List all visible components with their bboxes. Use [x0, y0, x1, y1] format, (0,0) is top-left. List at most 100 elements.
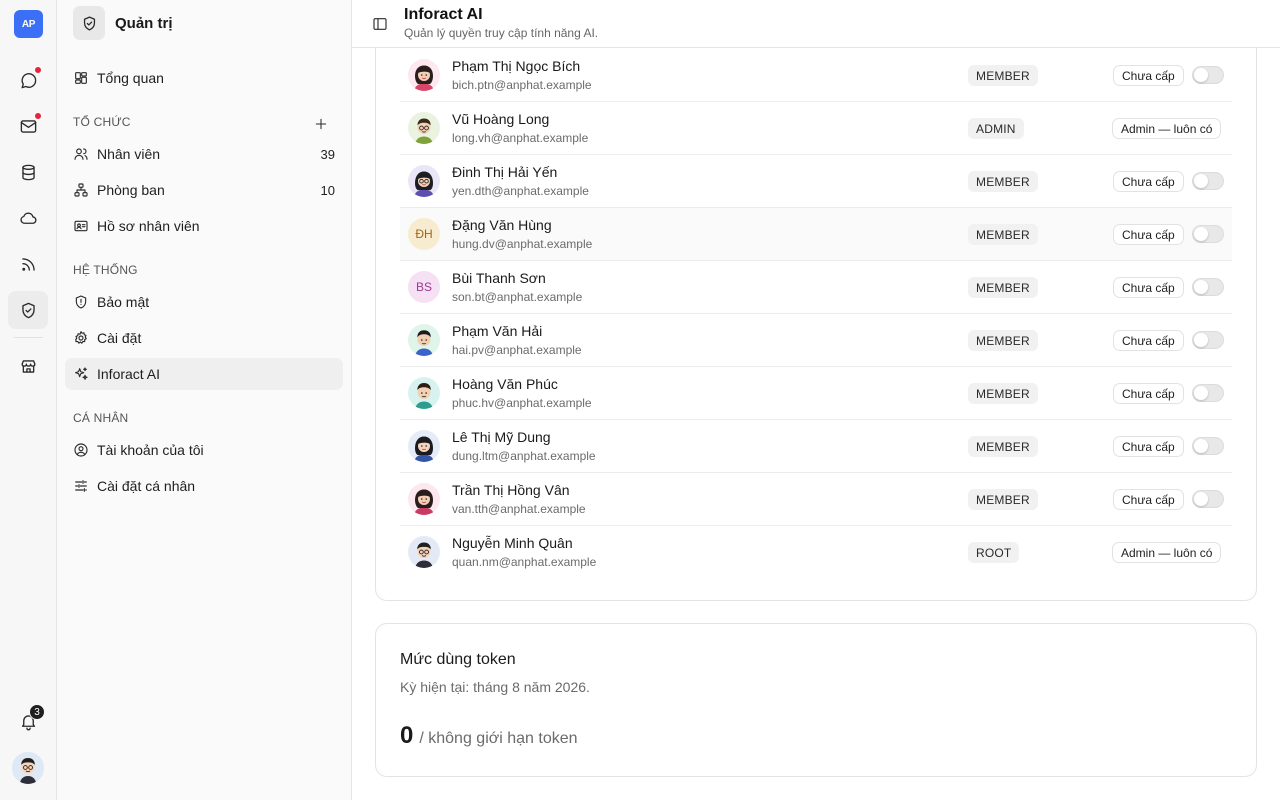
user-row: Lê Thị Mỹ Dung dung.ltm@anphat.example MEM…: [400, 420, 1232, 473]
sidebar-item-label: Hồ sơ nhân viên: [97, 218, 200, 234]
sidebar-item-label: Phòng ban: [97, 182, 165, 198]
user-avatar: [408, 59, 440, 91]
page-header: Inforact AI Quản lý quyền truy cập tính …: [352, 0, 1280, 48]
user-email: van.tth@anphat.example: [452, 502, 586, 516]
mail-rail-button[interactable]: [8, 107, 48, 145]
user-avatar: BS: [408, 271, 440, 303]
role-badge: MEMBER: [968, 171, 1038, 192]
admin-rail-button[interactable]: [8, 291, 48, 329]
chat-icon: [20, 72, 36, 88]
role-badge: MEMBER: [968, 436, 1038, 457]
admin-sidebar-header: Quản trị: [73, 6, 173, 40]
users-icon: [74, 148, 88, 160]
user-name: Phạm Thị Ngọc Bích: [452, 58, 581, 74]
user-row: Hoàng Văn Phúc phuc.hv@anphat.example MEMB…: [400, 367, 1232, 420]
role-badge: MEMBER: [968, 383, 1038, 404]
token-usage-period: Kỳ hiện tại: tháng 8 năm 2026.: [400, 679, 590, 695]
shield-check-icon: [21, 302, 35, 318]
user-email: hai.pv@anphat.example: [452, 343, 582, 357]
access-status-badge: Chưa cấp: [1113, 383, 1184, 404]
ai-access-toggle[interactable]: [1192, 278, 1224, 296]
user-email: bich.ptn@anphat.example: [452, 78, 592, 92]
sidebar-item-security[interactable]: Bảo mật: [65, 286, 343, 318]
user-avatar: [408, 536, 440, 568]
user-name: Lê Thị Mỹ Dung: [452, 429, 551, 445]
sparkles-icon: [75, 367, 88, 380]
user-avatar: [408, 324, 440, 356]
ai-access-toggle[interactable]: [1192, 225, 1224, 243]
department-count: 10: [320, 182, 335, 198]
user-row: Nguyễn Minh Quân quan.nm@anphat.example RO…: [400, 526, 1232, 579]
ai-access-toggle[interactable]: [1192, 172, 1224, 190]
page-title: Inforact AI: [404, 6, 483, 23]
database-rail-button[interactable]: [8, 153, 48, 191]
access-status-badge: Admin — luôn có: [1112, 118, 1222, 139]
add-org-item-button[interactable]: [311, 114, 331, 134]
dashboard-icon: [75, 72, 87, 84]
section-heading-system: HỆ THỐNG: [73, 263, 138, 277]
role-badge: MEMBER: [968, 65, 1038, 86]
ai-access-card: Phạm Thị Ngọc Bích bich.ptn@anphat.exampl…: [375, 48, 1257, 601]
sidebar-item-personal-settings[interactable]: Cài đặt cá nhân: [65, 470, 343, 502]
panel-left-icon: [373, 18, 387, 30]
database-icon: [21, 164, 35, 180]
sidebar-item-label: Bảo mật: [97, 294, 150, 310]
feed-rail-button[interactable]: [8, 245, 48, 283]
sidebar-item-label: Nhân viên: [97, 146, 161, 162]
ai-access-toggle[interactable]: [1192, 490, 1224, 508]
admin-sidebar: Quản trị Tổng quan TỔ CHỨC Nhân viên 39 …: [57, 0, 352, 800]
user-name: Phạm Văn Hải: [452, 323, 543, 339]
sidebar-item-employees[interactable]: Nhân viên 39: [65, 138, 343, 170]
user-avatar[interactable]: [12, 752, 44, 784]
sidebar-item-inforact-ai[interactable]: Inforact AI: [65, 358, 343, 390]
ai-access-toggle[interactable]: [1192, 384, 1224, 402]
sidebar-item-label: Tài khoản của tôi: [97, 442, 204, 458]
user-email: son.bt@anphat.example: [452, 290, 583, 304]
main-content: Phạm Thị Ngọc Bích bich.ptn@anphat.exampl…: [352, 48, 1280, 800]
user-access-list: Phạm Thị Ngọc Bích bich.ptn@anphat.exampl…: [400, 49, 1232, 579]
cloud-rail-button[interactable]: [8, 199, 48, 237]
rail-divider: [14, 337, 43, 338]
role-badge: ADMIN: [968, 118, 1024, 139]
user-avatar: [408, 377, 440, 409]
unread-dot: [34, 112, 42, 120]
user-row: BS Bùi Thanh Sơn son.bt@anphat.example MEMB…: [400, 261, 1232, 314]
sidebar-item-settings[interactable]: Cài đặt: [65, 322, 343, 354]
user-avatar-illustration: [12, 752, 44, 784]
user-name: Vũ Hoàng Long: [452, 111, 550, 127]
id-card-icon: [74, 220, 88, 232]
user-row: ĐH Đặng Văn Hùng hung.dv@anphat.example MEM…: [400, 208, 1232, 261]
sidebar-item-overview[interactable]: Tổng quan: [65, 62, 343, 94]
user-email: yen.dth@anphat.example: [452, 184, 589, 198]
store-rail-button[interactable]: [8, 347, 48, 385]
access-status-badge: Chưa cấp: [1113, 436, 1184, 457]
rss-icon: [21, 257, 35, 271]
sidebar-item-label: Cài đặt cá nhân: [97, 478, 196, 494]
sidebar-item-departments[interactable]: Phòng ban 10: [65, 174, 343, 206]
user-avatar: [408, 112, 440, 144]
sidebar-item-employee-profiles[interactable]: Hồ sơ nhân viên: [65, 210, 343, 242]
chat-rail-button[interactable]: [8, 61, 48, 99]
cloud-icon: [19, 212, 37, 224]
workspace-logo[interactable]: AP: [14, 10, 43, 38]
sidebar-toggle-button[interactable]: [370, 14, 390, 34]
ai-access-toggle[interactable]: [1192, 331, 1224, 349]
user-email: quan.nm@anphat.example: [452, 555, 597, 569]
employee-count: 39: [320, 146, 335, 162]
ai-access-toggle[interactable]: [1192, 437, 1224, 455]
section-heading-personal: CÁ NHÂN: [73, 411, 129, 425]
plus-icon: [315, 118, 327, 130]
user-name: Hoàng Văn Phúc: [452, 376, 558, 392]
token-used-value: 0: [400, 722, 414, 749]
sidebar-item-label: Inforact AI: [97, 366, 161, 382]
org-chart-icon: [74, 183, 88, 197]
icon-rail: AP 3: [0, 0, 57, 800]
access-status-badge: Chưa cấp: [1113, 171, 1184, 192]
notifications-rail-button[interactable]: 3: [8, 702, 48, 740]
user-row: Phạm Thị Ngọc Bích bich.ptn@anphat.exampl…: [400, 49, 1232, 102]
sidebar-item-my-account[interactable]: Tài khoản của tôi: [65, 434, 343, 466]
user-name: Bùi Thanh Sơn: [452, 270, 546, 286]
access-status-badge: Chưa cấp: [1113, 489, 1184, 510]
access-status-badge: Chưa cấp: [1113, 330, 1184, 351]
ai-access-toggle[interactable]: [1192, 66, 1224, 84]
